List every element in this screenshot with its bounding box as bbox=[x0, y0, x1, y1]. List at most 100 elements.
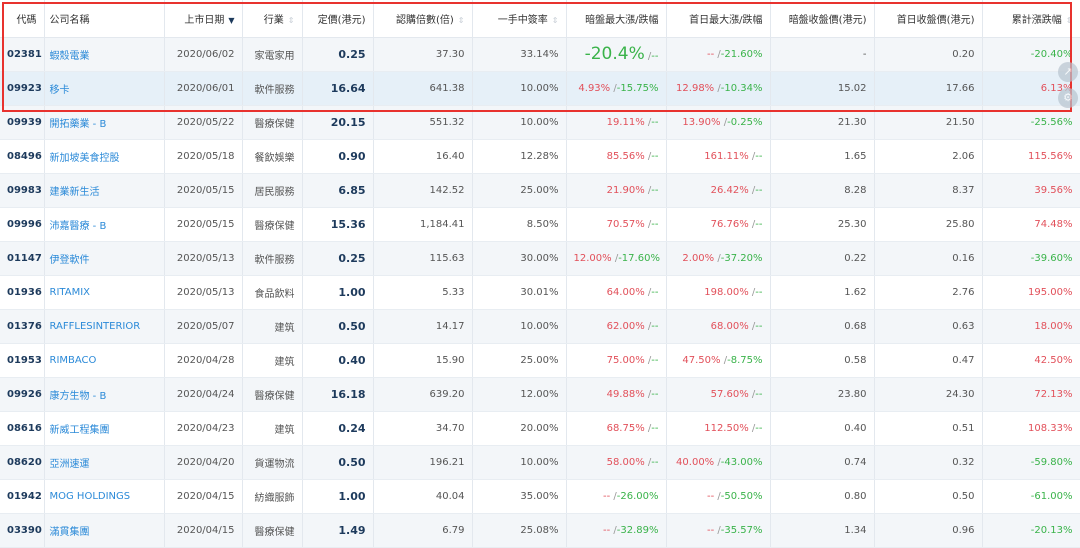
first-day-range: 26.42% /-- bbox=[666, 173, 771, 208]
grey-max-up: 62.00% bbox=[606, 320, 645, 332]
subscription-multiple: 551.32 bbox=[373, 105, 473, 140]
offer-price: 16.64 bbox=[302, 71, 374, 106]
share-icon[interactable]: ↗ bbox=[1058, 62, 1078, 82]
grey-max-up: 19.11% bbox=[606, 116, 645, 128]
company-name-link[interactable]: MOG HOLDINGS bbox=[44, 479, 165, 514]
table-row[interactable]: 09923 移卡 2020/06/01 軟件服務 16.64 641.38 10.00% 4.… bbox=[0, 71, 1080, 106]
company-name-link[interactable]: 亞洲速運 bbox=[44, 445, 165, 480]
stock-code: 03390 bbox=[0, 513, 45, 548]
grey-close: 0.68 bbox=[770, 309, 875, 344]
company-name-link[interactable]: 新威工程集團 bbox=[44, 411, 165, 446]
sort-icon[interactable]: ⇕ bbox=[552, 16, 559, 25]
grey-close: 0.40 bbox=[770, 411, 875, 446]
stock-code: 01376 bbox=[0, 309, 45, 344]
grey-max-down: -- bbox=[651, 51, 659, 62]
company-name-link[interactable]: RAFFLESINTERIOR bbox=[44, 309, 165, 344]
cumulative-change: 72.13% bbox=[982, 377, 1080, 412]
table-row[interactable]: 01953 RIMBACO 2020/04/28 建筑 0.40 15.90 25.00% 7… bbox=[0, 343, 1080, 378]
grey-max-down: -- bbox=[651, 456, 659, 468]
grey-close: 23.80 bbox=[770, 377, 875, 412]
table-row[interactable]: 09926 康方生物 - B 2020/04/24 醫療保健 16.18 639.20 12… bbox=[0, 377, 1080, 412]
first-close: 0.50 bbox=[874, 479, 983, 514]
listing-date: 2020/05/07 bbox=[164, 309, 243, 344]
settings-icon[interactable]: ⚙ bbox=[1058, 88, 1078, 108]
table-row[interactable]: 02381 蝦殼電業 2020/06/02 家電家用 0.25 37.30 33.14% -2… bbox=[0, 37, 1080, 72]
lot-success-rate: 30.00% bbox=[472, 241, 567, 276]
col-date[interactable]: 上市日期 ▼ bbox=[164, 0, 243, 38]
lot-success-rate: 30.01% bbox=[472, 275, 567, 310]
company-name-link[interactable]: 蝦殼電業 bbox=[44, 37, 165, 72]
first-max-down: -8.75% bbox=[727, 354, 763, 366]
col-lot[interactable]: 一手中簽率 ⇕ bbox=[472, 0, 567, 38]
grey-close: 1.65 bbox=[770, 139, 875, 174]
first-day-range: 12.98% /-10.34% bbox=[666, 71, 771, 106]
col-cum[interactable]: 累計漲跌幅 ⇕ bbox=[982, 0, 1080, 38]
table-row[interactable]: 08616 新威工程集團 2020/04/23 建筑 0.24 34.70 20.00% 68… bbox=[0, 411, 1080, 446]
col-price: 定價(港元) bbox=[302, 0, 374, 38]
lot-success-rate: 35.00% bbox=[472, 479, 567, 514]
first-max-up: 161.11% bbox=[704, 150, 749, 162]
first-close: 25.80 bbox=[874, 207, 983, 242]
grey-max-down: -- bbox=[651, 184, 659, 196]
first-max-down: -43.00% bbox=[720, 456, 763, 468]
table-row[interactable]: 01147 伊登軟件 2020/05/13 軟件服務 0.25 115.63 30.00% 1… bbox=[0, 241, 1080, 276]
col-grey-close: 暗盤收盤價(港元) bbox=[770, 0, 875, 38]
cumulative-change: 39.56% bbox=[982, 173, 1080, 208]
table-row[interactable]: 01936 RITAMIX 2020/05/13 食品飲料 1.00 5.33 30.01%… bbox=[0, 275, 1080, 310]
company-name-link[interactable]: 建業新生活 bbox=[44, 173, 165, 208]
first-max-up: 40.00% bbox=[676, 456, 715, 468]
table-row[interactable]: 09939 開拓藥業 - B 2020/05/22 醫療保健 20.15 551.32 10… bbox=[0, 105, 1080, 140]
sort-icon[interactable]: ⇕ bbox=[458, 16, 465, 25]
company-name-link[interactable]: RITAMIX bbox=[44, 275, 165, 310]
table-row[interactable]: 09996 沛嘉醫療 - B 2020/05/15 醫療保健 15.36 1,184.41… bbox=[0, 207, 1080, 242]
first-max-up: 47.50% bbox=[682, 354, 721, 366]
sort-icon[interactable]: ⇕ bbox=[1066, 16, 1073, 25]
grey-range: 58.00% /-- bbox=[566, 445, 667, 480]
company-name-link[interactable]: 伊登軟件 bbox=[44, 241, 165, 276]
col-first-range: 首日最大漲/跌幅 bbox=[666, 0, 771, 38]
grey-close: 0.58 bbox=[770, 343, 875, 378]
company-name-link[interactable]: RIMBACO bbox=[44, 343, 165, 378]
table-row[interactable]: 09983 建業新生活 2020/05/15 居民服務 6.85 142.52 25.00%… bbox=[0, 173, 1080, 208]
first-max-down: -- bbox=[755, 286, 763, 298]
table-row[interactable]: 01942 MOG HOLDINGS 2020/04/15 紡織服飾 1.00 40.04… bbox=[0, 479, 1080, 514]
table-row[interactable]: 08620 亞洲速運 2020/04/20 貨運物流 0.50 196.21 10.00% 5… bbox=[0, 445, 1080, 480]
first-max-down: -- bbox=[755, 388, 763, 400]
company-name-link[interactable]: 滿貫集團 bbox=[44, 513, 165, 548]
stock-code: 09939 bbox=[0, 105, 45, 140]
grey-max-up: 4.93% bbox=[578, 82, 611, 94]
lot-success-rate: 25.00% bbox=[472, 173, 567, 208]
grey-max-up: 85.56% bbox=[606, 150, 645, 162]
stock-code: 09983 bbox=[0, 173, 45, 208]
first-max-up: 198.00% bbox=[704, 286, 749, 298]
col-industry[interactable]: 行業 ⇕ bbox=[242, 0, 303, 38]
first-close: 0.96 bbox=[874, 513, 983, 548]
company-name-link[interactable]: 新加坡美食控股 bbox=[44, 139, 165, 174]
sort-desc-icon[interactable]: ▼ bbox=[228, 16, 234, 25]
first-day-range: 2.00% /-37.20% bbox=[666, 241, 771, 276]
table-row[interactable]: 08496 新加坡美食控股 2020/05/18 餐飲娛樂 0.90 16.40 12.28… bbox=[0, 139, 1080, 174]
company-name-link[interactable]: 移卡 bbox=[44, 71, 165, 106]
first-close: 0.16 bbox=[874, 241, 983, 276]
listing-date: 2020/06/02 bbox=[164, 37, 243, 72]
offer-price: 0.24 bbox=[302, 411, 374, 446]
subscription-multiple: 37.30 bbox=[373, 37, 473, 72]
company-name-link[interactable]: 康方生物 - B bbox=[44, 377, 165, 412]
first-max-up: 112.50% bbox=[704, 422, 749, 434]
stock-code: 09926 bbox=[0, 377, 45, 412]
sort-icon[interactable]: ⇕ bbox=[288, 16, 295, 25]
first-close: 2.06 bbox=[874, 139, 983, 174]
cumulative-change: -25.56% bbox=[982, 105, 1080, 140]
grey-max-up: 75.00% bbox=[606, 354, 645, 366]
industry: 建筑 bbox=[242, 309, 303, 344]
stock-code: 09923 bbox=[0, 71, 45, 106]
table-row[interactable]: 03390 滿貫集團 2020/04/15 醫療保健 1.49 6.79 25.08% -- … bbox=[0, 513, 1080, 548]
company-name-link[interactable]: 開拓藥業 - B bbox=[44, 105, 165, 140]
company-name-link[interactable]: 沛嘉醫療 - B bbox=[44, 207, 165, 242]
grey-close: 0.22 bbox=[770, 241, 875, 276]
offer-price: 0.25 bbox=[302, 37, 374, 72]
table-row[interactable]: 01376 RAFFLESINTERIOR 2020/05/07 建筑 0.50 14.1… bbox=[0, 309, 1080, 344]
first-day-range: -- /-21.60% bbox=[666, 37, 771, 72]
col-sub[interactable]: 認購倍數(倍) ⇕ bbox=[373, 0, 473, 38]
grey-close: 21.30 bbox=[770, 105, 875, 140]
